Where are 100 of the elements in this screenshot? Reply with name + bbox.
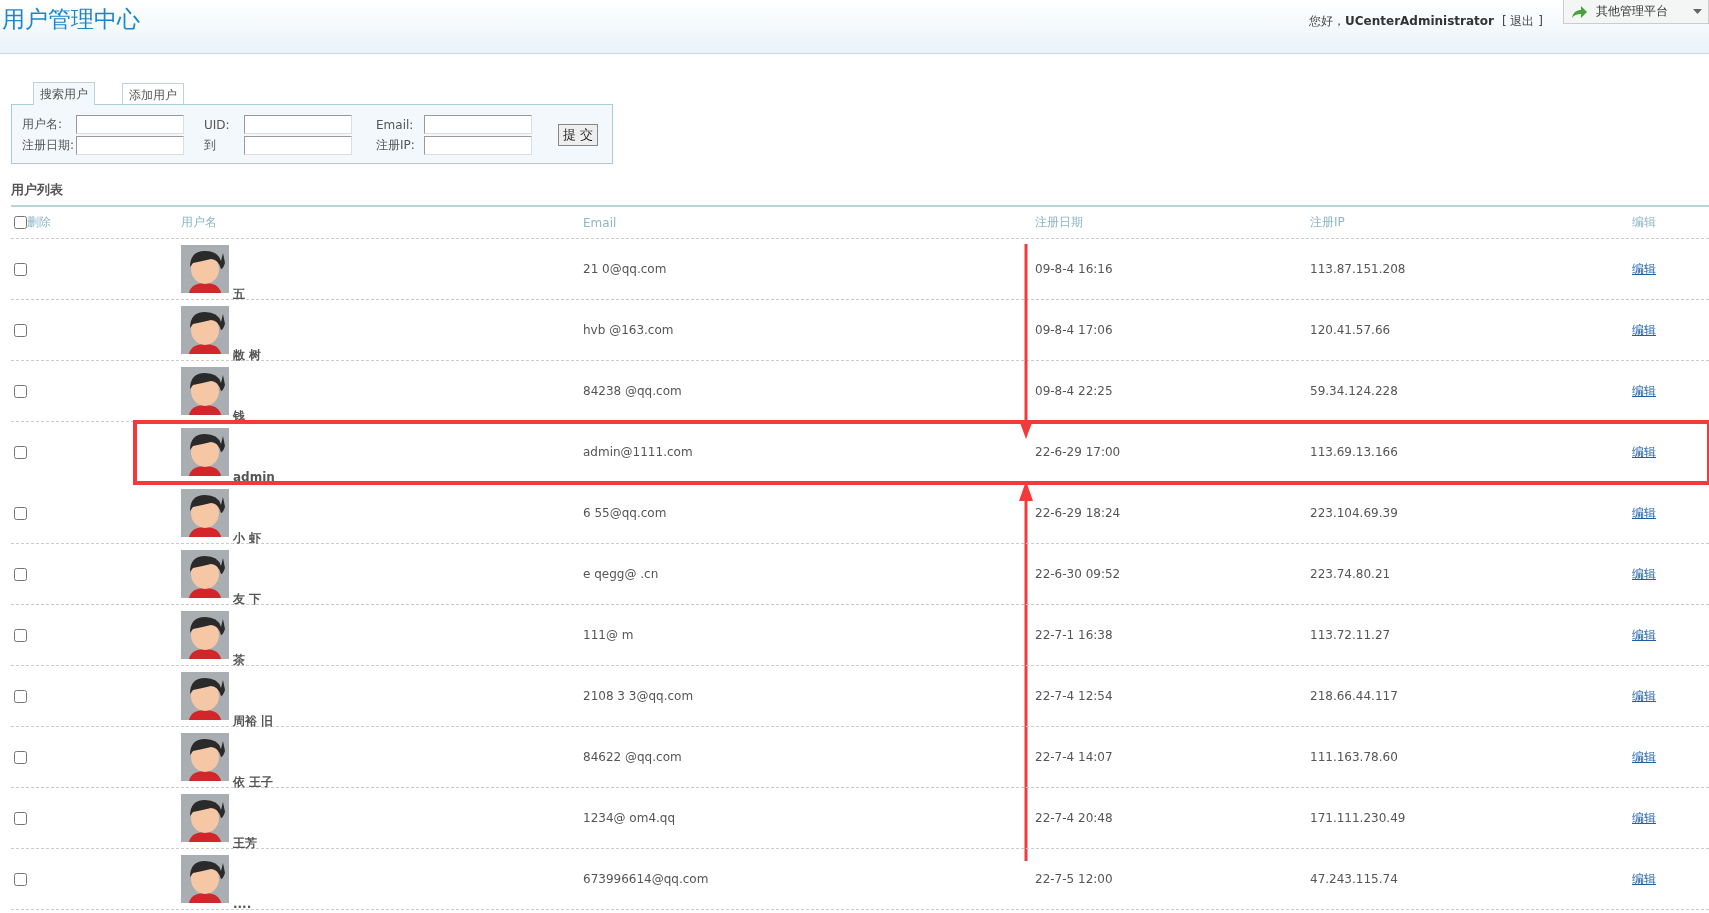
caret-icon	[1693, 9, 1702, 14]
username: 王芳	[233, 837, 257, 850]
avatar-icon	[181, 733, 229, 781]
ip-cell-text: 113.87.151.208	[1310, 262, 1407, 276]
ip-cell-text: 59.34.124.228	[1310, 384, 1399, 398]
column-header: 注册日期	[1035, 214, 1084, 231]
date-cell: 09-8-4 22:25	[1035, 384, 1113, 398]
input-field[interactable]	[424, 136, 532, 155]
page-title: 用户管理中心	[2, 5, 141, 34]
edit-link[interactable]: 编辑	[1632, 810, 1656, 825]
avatar-icon	[181, 245, 229, 293]
field-label: 注册日期:	[22, 137, 76, 154]
date-cell: 22-7-5 12:00	[1035, 872, 1113, 886]
edit-link[interactable]: 编辑	[1632, 322, 1656, 337]
column-header: 注册IP	[1310, 214, 1346, 231]
username: 茶	[233, 654, 245, 667]
email-cell-text: admin@1111.com	[583, 445, 694, 459]
email-cell-text: 2108 3 3@qq.com	[583, 689, 695, 703]
section-title: 用户列表	[11, 181, 1709, 207]
row-checkbox[interactable]	[14, 567, 27, 581]
row-checkbox[interactable]	[14, 445, 27, 459]
logout-link[interactable]: [ 退出 ]	[1502, 13, 1543, 30]
column-header: 删除	[27, 214, 51, 231]
avatar-icon	[181, 672, 229, 720]
ip-cell-text: 113.69.13.166	[1310, 445, 1399, 459]
avatar-icon	[181, 611, 229, 659]
platform-dropdown[interactable]: 其他管理平台	[1563, 0, 1709, 24]
edit-link[interactable]: 编辑	[1632, 261, 1656, 276]
select-all-checkbox[interactable]	[14, 216, 27, 229]
email-cell-text: 111@ m	[583, 628, 635, 642]
row-checkbox[interactable]	[14, 628, 27, 642]
date-cell: 22-7-4 12:54	[1035, 689, 1113, 703]
email-cell-text: hvb @163.com	[583, 323, 675, 337]
row-checkbox[interactable]	[14, 384, 27, 398]
edit-link[interactable]: 编辑	[1632, 871, 1656, 886]
edit-link[interactable]: 编辑	[1632, 383, 1656, 398]
edit-link[interactable]: 编辑	[1632, 749, 1656, 764]
avatar-icon	[181, 428, 229, 476]
username: 敝 树	[233, 349, 262, 362]
ip-cell-text: 120.41.57.66	[1310, 323, 1392, 337]
edit-link[interactable]: 编辑	[1632, 566, 1656, 581]
input-field[interactable]	[76, 136, 184, 155]
username: 五	[233, 288, 245, 301]
ip-cell-text: 223.74.80.21	[1310, 567, 1392, 581]
avatar-icon	[181, 794, 229, 842]
date-cell: 22-7-1 16:38	[1035, 628, 1113, 642]
ip-cell-text: 111.163.78.60	[1310, 750, 1399, 764]
avatar-icon	[181, 855, 229, 903]
username: 周裕 旧	[233, 715, 274, 728]
email-cell-text: 6 55@qq.com	[583, 506, 668, 520]
edit-link[interactable]: 编辑	[1632, 505, 1656, 520]
edit-link[interactable]: 编辑	[1632, 688, 1656, 703]
input-field[interactable]	[424, 115, 532, 134]
tab[interactable]: 搜索用户	[33, 82, 95, 105]
ip-cell-text: 47.243.115.74	[1310, 872, 1399, 886]
column-header: 用户名	[181, 214, 218, 231]
row-checkbox[interactable]	[14, 689, 27, 703]
field-label: Email:	[375, 117, 415, 132]
share-arrow-icon	[1570, 4, 1588, 19]
row-checkbox[interactable]	[14, 750, 27, 764]
edit-link[interactable]: 编辑	[1632, 627, 1656, 642]
ip-cell-text: 218.66.44.117	[1310, 689, 1399, 703]
input-field[interactable]	[244, 136, 352, 155]
email-cell-text: 1234@ om4.qq	[583, 811, 677, 825]
username: admin	[233, 471, 275, 484]
email-cell-text: 21 0@qq.com	[583, 262, 668, 276]
date-cell: 22-6-30 09:52	[1035, 567, 1121, 581]
avatar-icon	[181, 550, 229, 598]
date-cell: 09-8-4 17:06	[1035, 323, 1113, 337]
username: 小 虾	[233, 532, 262, 545]
column-header: 编辑	[1632, 214, 1657, 231]
username: 友 下	[233, 593, 262, 606]
ip-cell-text: 113.72.11.27	[1310, 628, 1392, 642]
row-checkbox[interactable]	[14, 872, 27, 886]
row-checkbox[interactable]	[14, 262, 27, 276]
email-cell-text: 84622 @qq.com	[583, 750, 683, 764]
input-field[interactable]	[244, 115, 352, 134]
input-field[interactable]	[76, 115, 184, 134]
submit-button[interactable]: 提 交	[558, 124, 599, 146]
ip-cell-text: 171.111.230.49	[1310, 811, 1407, 825]
row-checkbox[interactable]	[14, 811, 27, 825]
row-checkbox[interactable]	[14, 323, 27, 337]
email-cell-text: e qegg@ .cn	[583, 567, 660, 581]
avatar-icon	[181, 489, 229, 537]
tab[interactable]: 添加用户	[122, 83, 184, 104]
username: 依 王子	[233, 776, 274, 789]
avatar-icon	[181, 306, 229, 354]
date-cell: 22-6-29 17:00	[1035, 445, 1121, 459]
username: ....	[233, 898, 252, 910]
date-cell: 22-6-29 18:24	[1035, 506, 1121, 520]
field-label: 用户名:	[22, 116, 64, 133]
row-checkbox[interactable]	[14, 506, 27, 520]
field-label: UID:	[203, 117, 231, 132]
edit-link[interactable]: 编辑	[1632, 444, 1656, 459]
email-cell-text: 673996614@qq.com	[583, 872, 710, 886]
field-label: 注册IP:	[375, 137, 416, 154]
email-cell-text: 84238 @qq.com	[583, 384, 683, 398]
date-cell: 22-7-4 14:07	[1035, 750, 1113, 764]
greeting-text: 您好，UCenterAdministrator	[1309, 13, 1494, 30]
ip-cell-text: 223.104.69.39	[1310, 506, 1399, 520]
